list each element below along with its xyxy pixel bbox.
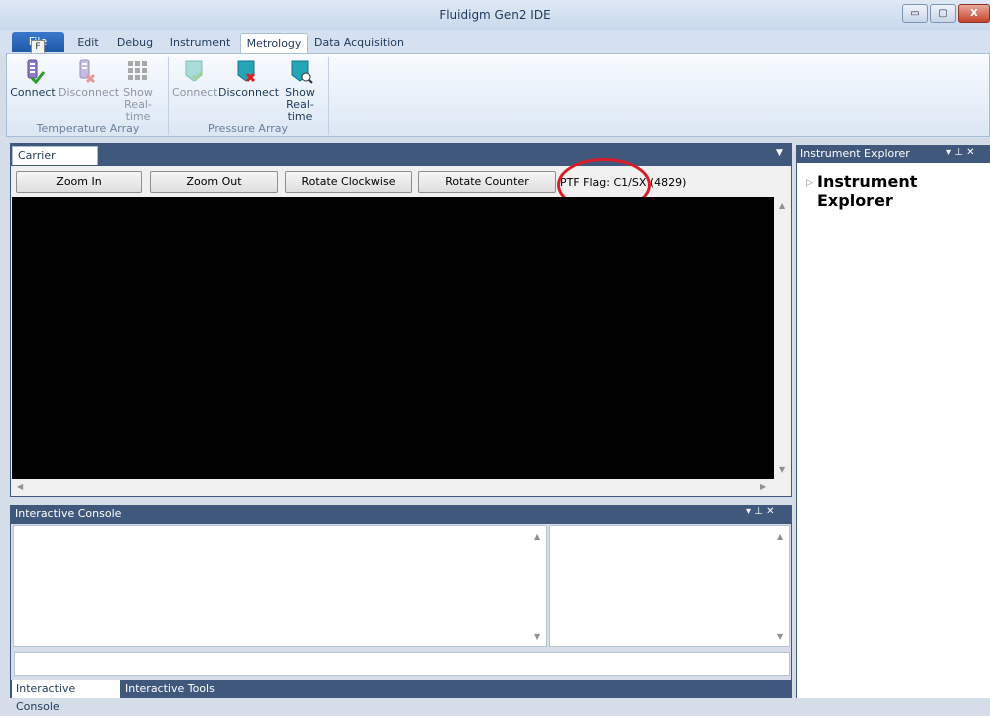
console-title: Interactive Console — [15, 507, 122, 520]
tab-instrument[interactable]: Instrument — [166, 33, 234, 53]
tab-interactive-tools[interactable]: Interactive Tools — [122, 680, 222, 698]
horizontal-scrollbar[interactable]: ◀ ▶ — [12, 479, 790, 495]
explorer-title: Instrument Explorer — [800, 147, 910, 160]
scroll-up-icon[interactable]: ▲ — [777, 532, 783, 541]
scroll-up-icon[interactable]: ▲ — [534, 532, 540, 541]
scroll-left-icon[interactable]: ◀ — [17, 482, 23, 491]
console-header — [10, 505, 792, 523]
minimize-button[interactable]: ▭ — [902, 4, 928, 23]
tab-metrology[interactable]: Metrology — [240, 33, 308, 53]
pressure-connect-label: Connect — [172, 86, 218, 99]
pressure-show-realtime-label: Show Real-time — [285, 86, 315, 123]
pressure-connect-button[interactable]: Connect — [172, 58, 218, 118]
pressure-disconnect-icon — [237, 60, 256, 83]
carrier-view-header — [10, 143, 792, 165]
window-title: Fluidigm Gen2 IDE — [439, 8, 551, 22]
group-separator — [328, 57, 329, 135]
pressure-disconnect-button[interactable]: Disconnect — [218, 58, 279, 118]
chevron-down-icon[interactable]: ▼ — [776, 148, 788, 158]
explorer-tree-root[interactable]: Instrument Explorer — [817, 172, 990, 210]
tab-interactive-console[interactable]: Interactive Console — [12, 680, 120, 713]
temperature-disconnect-label: Disconnect — [58, 86, 120, 99]
pressure-disconnect-label: Disconnect — [218, 86, 280, 99]
temperature-show-realtime-label: Show Real-time — [123, 86, 153, 123]
pressure-realtime-icon — [291, 60, 313, 84]
rotate-counter-clockwise-button[interactable]: Rotate Counter Clockwise — [418, 171, 556, 208]
pressure-connect-icon — [185, 60, 204, 82]
temperature-show-realtime-button[interactable]: Show Real-time — [114, 58, 162, 123]
temperature-connect-label: Connect — [10, 86, 56, 99]
vertical-scrollbar[interactable]: ▲ ▼ — [774, 197, 790, 479]
zoom-in-button[interactable]: Zoom In — [16, 171, 142, 193]
maximize-button[interactable]: ▢ — [930, 4, 956, 23]
thermometer-connect-icon — [27, 59, 46, 84]
scroll-down-icon[interactable]: ▼ — [777, 632, 783, 641]
expand-arrow-icon[interactable]: ▷ — [806, 178, 813, 188]
thermometer-disconnect-icon — [79, 59, 96, 84]
temperature-disconnect-button[interactable]: Disconnect — [58, 58, 119, 118]
explorer-pane-controls[interactable]: ▾ ⊥ ✕ — [946, 147, 974, 158]
console-output-area[interactable]: ▲ ▼ — [13, 525, 547, 647]
scroll-up-icon[interactable]: ▲ — [779, 201, 785, 210]
file-keytip: F — [31, 40, 45, 54]
temperature-connect-button[interactable]: Connect — [10, 58, 56, 118]
console-side-area[interactable]: ▲ ▼ — [549, 525, 790, 647]
grid-realtime-icon — [128, 61, 147, 80]
carrier-canvas[interactable] — [12, 197, 774, 479]
tab-debug[interactable]: Debug — [112, 33, 158, 53]
explorer-panel — [796, 163, 990, 698]
scroll-right-icon[interactable]: ▶ — [760, 482, 766, 491]
scroll-down-icon[interactable]: ▼ — [779, 465, 785, 474]
group-label-temperature-array: Temperature Array — [36, 122, 140, 135]
tab-carrier-view[interactable]: Carrier View✕ — [12, 146, 98, 181]
pressure-show-realtime-button[interactable]: Show Real-time — [276, 58, 324, 123]
group-separator — [168, 57, 169, 135]
group-label-pressure-array: Pressure Array — [207, 122, 289, 135]
console-pane-controls[interactable]: ▾ ⊥ ✕ — [746, 506, 774, 517]
tab-data-acquisition[interactable]: Data Acquisition — [313, 33, 405, 53]
close-button[interactable]: X — [958, 4, 990, 23]
console-input[interactable] — [14, 652, 790, 676]
zoom-out-button[interactable]: Zoom Out — [150, 171, 278, 193]
scroll-down-icon[interactable]: ▼ — [534, 632, 540, 641]
tab-edit[interactable]: Edit — [68, 33, 108, 53]
rotate-clockwise-button[interactable]: Rotate Clockwise — [285, 171, 412, 193]
